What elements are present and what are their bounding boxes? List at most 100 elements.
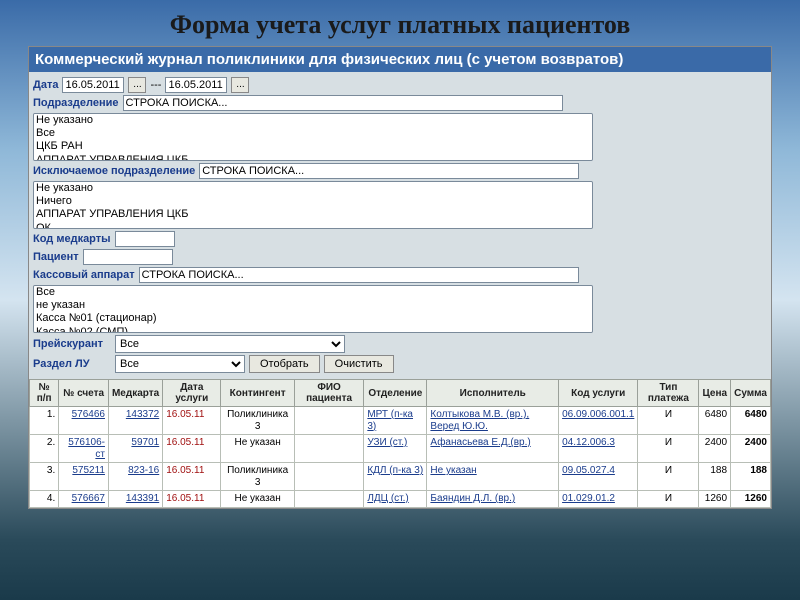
code-link[interactable]: 01.029.01.2 [562, 493, 615, 504]
exec-link[interactable]: Не указан [430, 465, 476, 476]
cell-ptype: И [638, 407, 699, 435]
cell-exec: Не указан [427, 463, 559, 491]
col-cont: Контингент [221, 380, 294, 407]
list-item[interactable]: Все [34, 127, 592, 140]
list-item[interactable]: Ничего [34, 195, 592, 208]
list-item[interactable]: Касса №01 (стационар) [34, 312, 592, 325]
exec-link[interactable]: Афанасьева Е.Д.(вр.) [430, 437, 530, 448]
cell-n: 2. [30, 435, 59, 463]
code-link[interactable]: 06.09.006.001.1 [562, 409, 634, 420]
col-sum: Сумма [731, 380, 771, 407]
date-dash: --- [150, 79, 161, 91]
list-item[interactable]: Касса №02 (СМП) [34, 326, 592, 333]
table-row: 1.57646614337216.05.11Поликлиника 3МРТ (… [30, 407, 771, 435]
col-price: Цена [699, 380, 731, 407]
cell-price: 2400 [699, 435, 731, 463]
list-item[interactable]: ОК [34, 222, 592, 229]
excl-dept-search-input[interactable] [199, 163, 579, 179]
pricelist-select[interactable]: Все [115, 335, 345, 353]
dept-link[interactable]: КДЛ (п-ка 3) [367, 465, 423, 476]
code-link[interactable]: 04.12.006.3 [562, 437, 615, 448]
list-item[interactable]: ЦКБ РАН [34, 140, 592, 153]
cell-cont: Не указан [221, 435, 294, 463]
cell-n: 4. [30, 491, 59, 508]
cell-sdate: 16.05.11 [163, 463, 221, 491]
clear-button[interactable]: Очистить [324, 355, 394, 373]
cell-fio [294, 463, 364, 491]
cell-card: 823-16 [108, 463, 162, 491]
dept-list[interactable]: Не указаноВсеЦКБ РАНАППАРАТ УПРАВЛЕНИЯ Ц… [33, 113, 593, 161]
cell-code: 06.09.006.001.1 [559, 407, 638, 435]
cell-dept: ЛДЦ (ст.) [364, 491, 427, 508]
select-button[interactable]: Отобрать [249, 355, 320, 373]
date-to-input[interactable] [165, 77, 227, 93]
cell-acc: 576106-ст [59, 435, 109, 463]
table-row: 3.575211823-1616.05.11Поликлиника 3КДЛ (… [30, 463, 771, 491]
cell-code: 01.029.01.2 [559, 491, 638, 508]
cell-sum: 2400 [731, 435, 771, 463]
cell-acc: 576667 [59, 491, 109, 508]
dept-link[interactable]: ЛДЦ (ст.) [367, 493, 408, 504]
label-section: Раздел ЛУ [33, 358, 111, 370]
account-link[interactable]: 576106-ст [68, 437, 105, 460]
account-link[interactable]: 576667 [72, 493, 105, 504]
medcard-link[interactable]: 823-16 [128, 465, 159, 476]
medcard-input[interactable] [115, 231, 175, 247]
col-exec: Исполнитель [427, 380, 559, 407]
table-row: 4. 576667 143391 16.05.11Не указан ЛДЦ (ст.)… [30, 491, 771, 508]
dept-search-input[interactable] [123, 95, 563, 111]
account-link[interactable]: 575211 [72, 465, 105, 476]
kassa-list[interactable]: Всене указанКасса №01 (стационар)Касса №… [33, 285, 593, 333]
col-code: Код услуги [559, 380, 638, 407]
list-item[interactable]: Не указано [34, 114, 592, 127]
cell-fio [294, 491, 364, 508]
list-item[interactable]: не указан [34, 299, 592, 312]
list-item[interactable]: АППАРАТ УПРАВЛЕНИЯ ЦКБ [34, 208, 592, 221]
list-item[interactable]: Все [34, 286, 592, 299]
cell-code: 04.12.006.3 [559, 435, 638, 463]
cell-exec: Баяндин Д.Л. (вр.) [427, 491, 559, 508]
cell-card: 143372 [108, 407, 162, 435]
section-select[interactable]: Все [115, 355, 245, 373]
date-to-picker-button[interactable]: ... [231, 77, 249, 93]
excl-dept-list[interactable]: Не указаноНичего АППАРАТ УПРАВЛЕНИЯ ЦКБ … [33, 181, 593, 229]
cell-exec: Афанасьева Е.Д.(вр.) [427, 435, 559, 463]
patient-input[interactable] [83, 249, 173, 265]
cell-price: 1260 [699, 491, 731, 508]
cell-code: 09.05.027.4 [559, 463, 638, 491]
cell-fio [294, 407, 364, 435]
col-acc: № счета [59, 380, 109, 407]
medcard-link[interactable]: 59701 [131, 437, 159, 448]
dept-link[interactable]: МРТ (п-ка 3) [367, 409, 413, 432]
cell-card: 59701 [108, 435, 162, 463]
col-card: Медкарта [108, 380, 162, 407]
exec-link[interactable]: Колтыкова М.В. (вр.), Веред Ю.Ю. [430, 409, 529, 432]
table-row: 2.576106-ст5970116.05.11Не указанУЗИ (ст… [30, 435, 771, 463]
cell-n: 1. [30, 407, 59, 435]
cell-cont: Поликлиника 3 [221, 407, 294, 435]
code-link[interactable]: 09.05.027.4 [562, 465, 615, 476]
dept-link[interactable]: УЗИ (ст.) [367, 437, 407, 448]
kassa-search-input[interactable] [139, 267, 579, 283]
cell-acc: 575211 [59, 463, 109, 491]
medcard-link[interactable]: 143372 [126, 409, 159, 420]
label-date: Дата [33, 79, 58, 91]
cell-dept: КДЛ (п-ка 3) [364, 463, 427, 491]
list-item[interactable]: Не указано [34, 182, 592, 195]
date-from-input[interactable] [62, 77, 124, 93]
list-item[interactable]: АППАРАТ УПРАВЛЕНИЯ ЦКБ [34, 154, 592, 161]
cell-ptype: И [638, 463, 699, 491]
col-n: № п/п [30, 380, 59, 407]
cell-sum: 188 [731, 463, 771, 491]
cell-sdate: 16.05.11 [163, 491, 221, 508]
exec-link[interactable]: Баяндин Д.Л. (вр.) [430, 493, 515, 504]
cell-cont: Не указан [221, 491, 294, 508]
medcard-link[interactable]: 143391 [126, 493, 159, 504]
cell-card: 143391 [108, 491, 162, 508]
cell-price: 188 [699, 463, 731, 491]
date-from-picker-button[interactable]: ... [128, 77, 146, 93]
cell-dept: УЗИ (ст.) [364, 435, 427, 463]
col-fio: ФИО пациента [294, 380, 364, 407]
results-table: № п/п № счета Медкарта Дата услуги Конти… [29, 379, 771, 508]
account-link[interactable]: 576466 [72, 409, 105, 420]
